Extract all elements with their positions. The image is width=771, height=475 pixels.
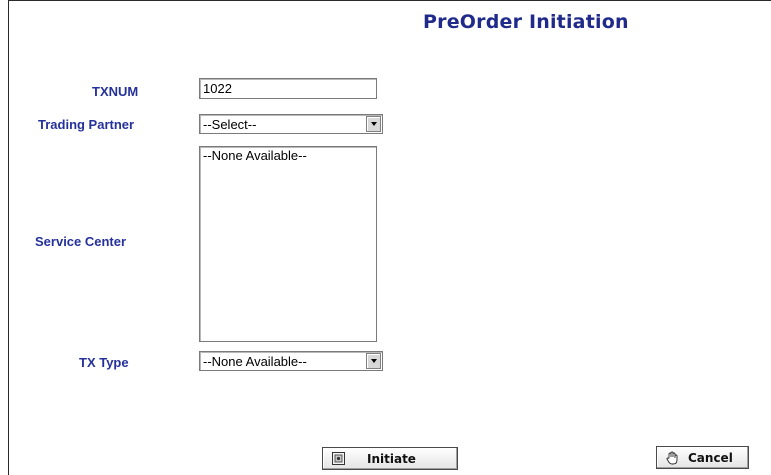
initiate-button[interactable]: Initiate — [322, 447, 458, 470]
service-center-label: Service Center — [35, 234, 127, 249]
tx-type-select[interactable]: --None Available-- — [199, 351, 383, 371]
hand-pointer-icon — [665, 451, 679, 465]
tx-type-selected-value: --None Available-- — [203, 354, 307, 369]
chevron-down-icon[interactable] — [366, 116, 381, 132]
txnum-label: TXNUM — [92, 84, 139, 99]
service-center-option[interactable]: --None Available-- — [203, 148, 373, 163]
tx-type-label: TX Type — [79, 355, 129, 370]
chevron-down-icon[interactable] — [366, 353, 381, 369]
service-center-listbox[interactable]: --None Available-- — [199, 146, 377, 342]
cancel-button[interactable]: Cancel — [656, 446, 749, 469]
document-icon — [331, 452, 345, 466]
trading-partner-label: Trading Partner — [38, 117, 135, 132]
trading-partner-selected-value: --Select-- — [203, 117, 257, 132]
trading-partner-select[interactable]: --Select-- — [199, 114, 383, 134]
cancel-button-label: Cancel — [688, 450, 733, 465]
page-title: PreOrder Initiation — [423, 11, 629, 33]
txnum-input[interactable] — [199, 78, 377, 99]
initiate-button-label: Initiate — [367, 451, 416, 466]
